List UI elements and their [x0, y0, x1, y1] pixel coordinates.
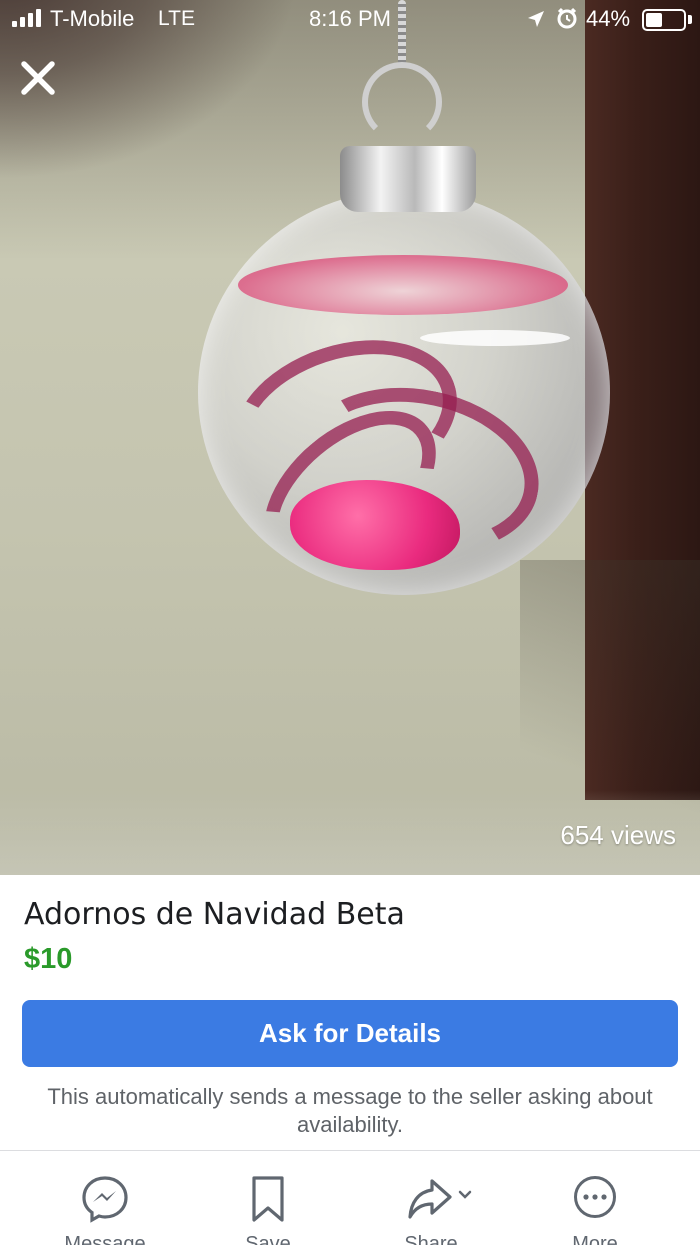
ornament-cap — [340, 146, 476, 212]
alarm-clock-icon — [557, 7, 577, 29]
status-bar: T-Mobile LTE 8:16 PM 44% — [0, 0, 700, 40]
more-dots-icon — [574, 1176, 616, 1218]
close-icon[interactable] — [18, 58, 58, 98]
ask-for-details-button[interactable]: Ask for Details — [22, 1000, 678, 1067]
ornament-liquid-surface — [238, 255, 568, 315]
battery-fill — [646, 13, 662, 27]
ask-helper-text: This automatically sends a message to th… — [47, 1084, 653, 1137]
location-arrow-icon — [528, 11, 544, 27]
save-action[interactable]: Save — [183, 1151, 353, 1245]
listing-photo[interactable] — [0, 0, 700, 875]
message-label: Message — [64, 1233, 146, 1245]
share-action[interactable]: Share — [346, 1151, 516, 1245]
battery-nub — [688, 15, 692, 24]
bookmark-icon — [252, 1176, 284, 1222]
listing-title: Adornos de Navidad Beta — [24, 897, 405, 932]
battery-percentage: 44% — [586, 6, 631, 31]
view-count: 654 views — [560, 820, 676, 850]
share-arrow-icon — [408, 1179, 472, 1219]
action-bar: Message Save Share More — [0, 1151, 700, 1245]
messenger-icon — [82, 1176, 128, 1223]
save-label: Save — [245, 1233, 291, 1245]
share-label: Share — [404, 1233, 458, 1245]
more-label: More — [572, 1233, 618, 1245]
ornament-hook — [362, 62, 442, 142]
ornament-highlight — [420, 330, 570, 346]
listing-price: $10 — [24, 943, 73, 975]
more-action[interactable]: More — [510, 1151, 680, 1245]
message-action[interactable]: Message — [20, 1151, 190, 1245]
battery-icon — [642, 9, 686, 31]
